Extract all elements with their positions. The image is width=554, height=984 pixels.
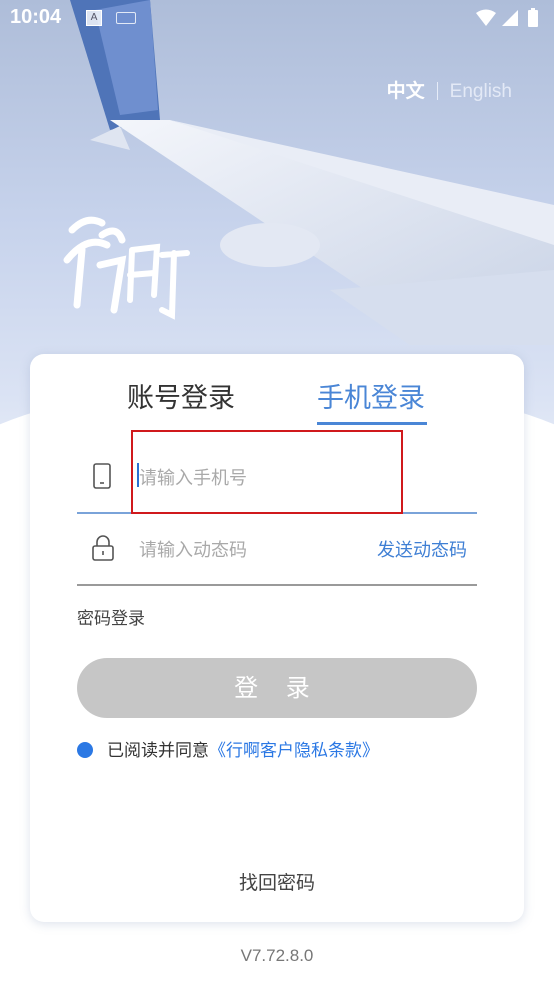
agreement-checkbox[interactable]	[77, 742, 93, 758]
language-switch: 中文 English	[387, 76, 512, 103]
password-login-link[interactable]: 密码登录	[77, 604, 145, 629]
privacy-terms-link[interactable]: 《行啊客户隐私条款》	[209, 741, 379, 761]
status-time: 10:04	[10, 6, 62, 28]
status-bar: 10:04 A	[0, 0, 554, 38]
language-divider	[436, 82, 438, 100]
login-button[interactable]: 登 录	[77, 658, 477, 718]
status-icons	[474, 8, 546, 34]
signal-battery-icons	[476, 8, 538, 27]
app-version: V7.72.8.0	[240, 946, 314, 965]
agreement-row: 已阅读并同意《行啊客户隐私条款》	[77, 736, 379, 761]
brand-logo	[63, 216, 190, 320]
tab-phone-login[interactable]: 手机登录	[317, 376, 425, 415]
language-english[interactable]: English	[450, 81, 512, 102]
font-icon: A	[86, 10, 102, 26]
code-input-placeholder: 请输入动态码	[139, 540, 247, 561]
tab-account-login[interactable]: 账号登录	[127, 376, 235, 415]
language-chinese[interactable]: 中文	[387, 80, 425, 102]
agreement-prefix: 已阅读并同意	[107, 741, 209, 761]
phone-icon	[91, 462, 113, 494]
lock-icon	[91, 534, 115, 566]
send-code-button[interactable]: 发送动态码	[377, 536, 467, 562]
active-tab-indicator	[317, 422, 427, 425]
code-input[interactable]: 请输入动态码 发送动态码	[77, 512, 477, 586]
keyboard-icon	[116, 12, 136, 24]
forgot-password-link[interactable]: 找回密码	[30, 868, 524, 895]
highlight-box	[131, 430, 403, 514]
